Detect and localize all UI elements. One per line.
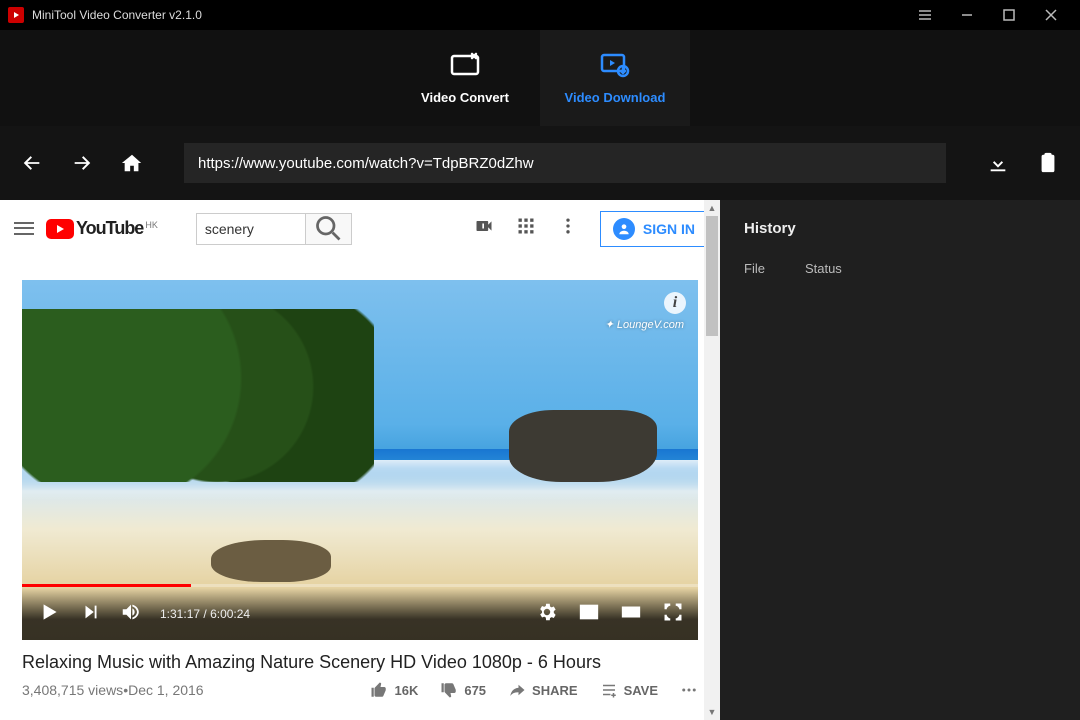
download-button[interactable] <box>986 151 1010 175</box>
history-heading: History <box>744 220 1056 237</box>
tab-video-download[interactable]: Video Download <box>540 30 690 126</box>
maximize-button[interactable] <box>988 0 1030 30</box>
col-file: File <box>744 261 765 276</box>
youtube-play-icon <box>46 219 74 239</box>
video-player[interactable]: i ✦ LoungeV.com 1:31:17 / 6:00:24 <box>22 280 698 640</box>
menu-button[interactable] <box>904 0 946 30</box>
window-title: MiniTool Video Converter v2.1.0 <box>32 8 202 22</box>
forward-button[interactable] <box>70 151 94 175</box>
info-icon[interactable]: i <box>664 292 686 314</box>
search-form <box>196 213 352 245</box>
tab-label: Video Download <box>565 90 666 105</box>
history-columns: File Status <box>744 261 1056 276</box>
time-display: 1:31:17 / 6:00:24 <box>160 607 250 621</box>
video-watermark: ✦ LoungeV.com <box>605 318 684 331</box>
like-button[interactable]: 16K <box>370 681 418 699</box>
share-button[interactable]: SHARE <box>508 681 578 699</box>
minimize-button[interactable] <box>946 0 988 30</box>
save-button[interactable]: SAVE <box>600 681 658 699</box>
more-icon[interactable] <box>558 216 578 241</box>
apps-icon[interactable] <box>516 216 536 241</box>
col-status: Status <box>805 261 842 276</box>
tab-video-convert[interactable]: Video Convert <box>390 30 540 126</box>
fullscreen-icon[interactable] <box>662 601 684 628</box>
signin-button[interactable]: SIGN IN <box>600 211 708 247</box>
signin-label: SIGN IN <box>643 221 695 237</box>
settings-icon[interactable] <box>536 601 558 628</box>
tab-label: Video Convert <box>421 90 509 105</box>
user-icon <box>613 218 635 240</box>
youtube-wordmark: YouTube <box>76 218 143 239</box>
search-button[interactable] <box>306 213 352 245</box>
region-code: HK <box>145 220 158 230</box>
app-logo-icon <box>8 7 24 23</box>
create-icon[interactable] <box>474 216 494 241</box>
embedded-browser: YouTube HK SIGN IN <box>0 200 720 720</box>
clipboard-button[interactable] <box>1036 151 1060 175</box>
more-actions-icon[interactable] <box>680 681 698 699</box>
youtube-header: YouTube HK SIGN IN <box>0 200 720 258</box>
search-input[interactable] <box>196 213 306 245</box>
miniplayer-icon[interactable] <box>578 601 600 628</box>
home-button[interactable] <box>120 151 144 175</box>
scrollbar[interactable]: ▲▼ <box>704 200 720 720</box>
video-meta: Relaxing Music with Amazing Nature Scene… <box>0 640 720 699</box>
play-button[interactable] <box>36 599 62 630</box>
next-button[interactable] <box>80 601 102 628</box>
hamburger-icon[interactable] <box>12 217 36 241</box>
history-panel: History File Status <box>720 200 1080 720</box>
progress-bar[interactable] <box>22 584 698 587</box>
window-titlebar: MiniTool Video Converter v2.1.0 <box>0 0 1080 30</box>
theater-icon[interactable] <box>620 601 642 628</box>
url-input[interactable] <box>184 143 946 183</box>
volume-button[interactable] <box>120 601 142 628</box>
mode-tabs: Video Convert Video Download <box>0 30 1080 126</box>
video-title: Relaxing Music with Amazing Nature Scene… <box>22 652 698 673</box>
upload-date: Dec 1, 2016 <box>128 682 204 698</box>
player-controls: 1:31:17 / 6:00:24 <box>22 588 698 640</box>
close-button[interactable] <box>1030 0 1072 30</box>
view-count: 3,408,715 views <box>22 682 123 698</box>
youtube-logo[interactable]: YouTube HK <box>46 218 158 239</box>
back-button[interactable] <box>20 151 44 175</box>
dislike-button[interactable]: 675 <box>440 681 486 699</box>
browser-toolbar <box>0 126 1080 200</box>
